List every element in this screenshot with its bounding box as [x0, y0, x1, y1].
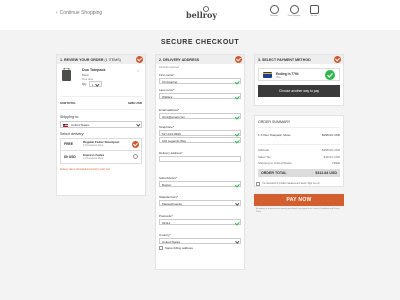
fine-print: By signing up to purchase or entering yo…: [256, 208, 340, 213]
card-brand: Visa: [276, 76, 281, 79]
country-label: Country*: [159, 232, 171, 237]
pay-now-button[interactable]: PAY NOW: [254, 194, 344, 206]
product-name: Duo Totepack: [82, 68, 106, 72]
country-select[interactable]: United States: [159, 237, 241, 244]
order-summary-panel: ORDER SUMMARY 1 X Duo Totepack, Moss $29…: [254, 115, 344, 187]
delivery-option-regular[interactable]: FREE Regular Fedex Smartpost 4-9 busines…: [61, 139, 141, 151]
review-order-panel: 1. REVIEW YOUR ORDER (1 ITEMS) Duo Totep…: [56, 54, 146, 196]
summary-line-item: 1 X Duo Totepack, Moss $298.00 USD: [258, 133, 340, 137]
page-title: SECURE CHECKOUT: [160, 39, 240, 46]
same-billing-checkbox[interactable]: [159, 245, 163, 250]
suburb-field[interactable]: Boston: [159, 180, 241, 187]
delivery-address-panel: 2. DELIVERY ADDRESS All fields required …: [155, 54, 245, 270]
quantity-control: Qty 1: [82, 81, 102, 87]
delivery-option-express[interactable]: $9 USD Express Fedex 1-2 business days: [61, 151, 141, 163]
state-label: State/territory*: [159, 194, 179, 199]
order-total-row: ORDER TOTAL $312.84 USD: [258, 169, 340, 177]
state-select[interactable]: Massachusetts: [159, 199, 241, 206]
continue-shopping-link[interactable]: ‹ Continue Shopping: [56, 10, 102, 16]
review-order-heading: 1. REVIEW YOUR ORDER (1 ITEMS): [57, 55, 145, 64]
postcode-label: Postcode*: [159, 213, 173, 218]
remove-item-icon[interactable]: ×: [137, 68, 139, 73]
newsletter-checkbox[interactable]: [256, 182, 260, 186]
chevron-left-icon: ‹: [56, 10, 58, 16]
quantity-select[interactable]: 1: [88, 81, 102, 87]
subtotal-row: SUBTOTAL $289 USD: [60, 101, 142, 105]
secure-badge: Secure: [307, 5, 321, 17]
first-name-field[interactable]: Christopher: [159, 78, 241, 84]
payment-method-panel: 3. SELECT PAYMENT METHOD Ending in 7794 …: [254, 54, 344, 106]
same-billing-row[interactable]: Same billing address: [159, 245, 241, 250]
summary-shipping: Shipping to United States FREE: [258, 161, 340, 165]
summary-subtotal: Subtotal $298.00 USD: [258, 148, 340, 152]
logo-text: bellroy: [186, 10, 217, 20]
telephone-field[interactable]: 617-123-9999: [159, 129, 241, 136]
cart-item: Duo Totepack Black One size Qty 1 ×: [57, 64, 145, 96]
last-name-label: Last name*: [159, 87, 175, 92]
newsletter-row[interactable]: I'm interested in product releases and n…: [256, 182, 320, 186]
postcode-field[interactable]: 02114: [159, 218, 241, 225]
warranty-badge: Warranty: [267, 5, 281, 17]
email-field[interactable]: chris@gmail.com: [159, 113, 241, 119]
delivery-options: FREE Regular Fedex Smartpost 4-9 busines…: [60, 137, 142, 164]
delivery-address-heading: 2. DELIVERY ADDRESS: [156, 55, 244, 64]
last-name-field[interactable]: Wallace: [159, 92, 241, 99]
us-flag-icon: [63, 123, 68, 127]
continue-shopping-label: Continue Shopping: [59, 10, 103, 16]
check-icon: [334, 56, 341, 63]
lock-icon: [309, 5, 319, 14]
suburb-label: Suburb/town*: [159, 175, 178, 180]
radio-unselected[interactable]: [133, 154, 138, 159]
saved-card[interactable]: Ending in 7794 Visa: [258, 68, 340, 81]
address-line-1-field[interactable]: 100 Legends Way: [159, 136, 241, 143]
brand-logo[interactable]: bellroy: [186, 5, 217, 23]
select-delivery-label: Select delivery:: [60, 131, 85, 136]
visa-card-icon: [263, 72, 272, 78]
warranty-icon: [269, 5, 279, 14]
change-payment-button[interactable]: Choose another way to pay: [258, 85, 340, 97]
selected-check-icon: [132, 141, 139, 148]
shipping-to-label: Shipping to:: [60, 115, 79, 119]
payment-method-heading: 3. SELECT PAYMENT METHOD: [255, 55, 343, 64]
check-icon: [136, 56, 143, 63]
shipping-badge: Free Shipping: [287, 5, 301, 17]
shipping-country-select[interactable]: United States: [60, 121, 142, 128]
order-summary-heading: ORDER SUMMARY: [258, 120, 291, 124]
card-ending: Ending in 7794: [276, 71, 299, 76]
truck-icon: [289, 5, 299, 14]
required-note: All fields required: [159, 66, 179, 69]
check-icon: [235, 56, 242, 63]
product-size: One size: [82, 76, 94, 81]
product-thumbnail: [62, 68, 71, 81]
address-line-2-field[interactable]: [159, 155, 241, 162]
green-check-icon: [325, 70, 335, 80]
telephone-label: Telephone*: [159, 124, 175, 129]
email-label: Email address*: [159, 108, 180, 112]
delivery-note: Delivery rate is calculated according to…: [60, 168, 111, 171]
first-name-label: First name*: [159, 73, 175, 77]
delivery-address-label: Delivery address*: [159, 150, 183, 155]
